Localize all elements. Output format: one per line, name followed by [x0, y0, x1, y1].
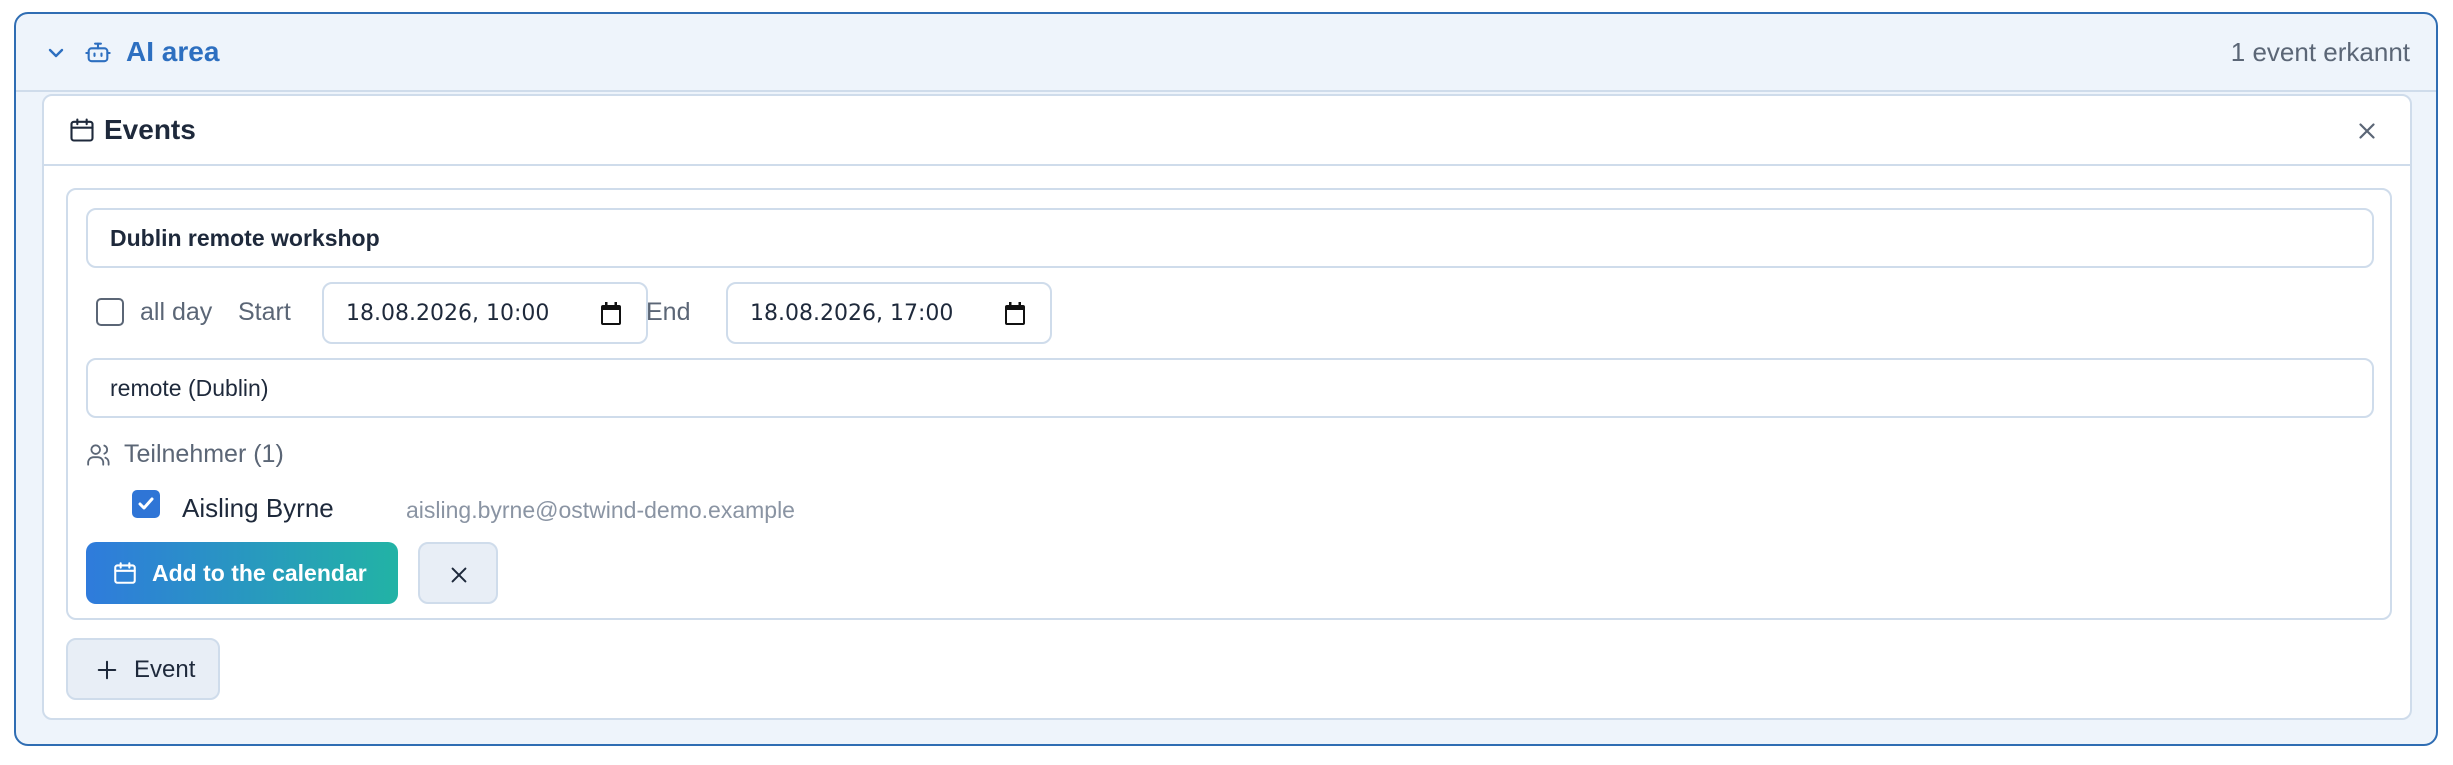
event-time-row: all day Start 18.08.2026, 10:00 End 18.0… — [86, 282, 1286, 346]
all-day-label: all day — [140, 298, 213, 326]
events-panel-header: Events — [44, 96, 2410, 166]
events-panel-title: Events — [104, 114, 196, 145]
plus-icon — [97, 660, 117, 680]
ai-area-header[interactable]: AI area 1 event erkannt — [16, 14, 2436, 92]
add-to-calendar-label: Add to the calendar — [152, 560, 367, 586]
ai-area-title: AI area — [126, 36, 220, 67]
close-icon — [451, 567, 467, 583]
add-to-calendar-button[interactable]: Add to the calendar — [86, 542, 398, 604]
end-datetime-value: 18.08.2026, 17:00 — [750, 300, 954, 326]
calendar-picker-icon[interactable] — [600, 302, 622, 326]
start-datetime-value: 18.08.2026, 10:00 — [346, 300, 550, 326]
close-icon[interactable] — [2354, 118, 2380, 144]
event-title-input[interactable]: Dublin remote workshop — [86, 208, 2374, 268]
start-datetime-input[interactable]: 18.08.2026, 10:00 — [322, 282, 648, 344]
location-input[interactable]: remote (Dublin) — [86, 358, 2374, 418]
participant-checkbox[interactable] — [132, 490, 160, 518]
end-label: End — [646, 298, 691, 326]
checkmark-icon — [138, 497, 154, 510]
participants-label: Teilnehmer (1) — [124, 440, 284, 468]
participant-name: Aisling Byrne — [182, 493, 334, 523]
event-card: Dublin remote workshop all day Start 18.… — [66, 188, 2392, 620]
calendar-icon — [114, 562, 136, 584]
calendar-picker-icon[interactable] — [1004, 302, 1026, 326]
users-icon — [87, 444, 110, 466]
ai-area-section: AI area 1 event erkannt Events Dublin re… — [14, 12, 2438, 746]
participant-row: Aisling Byrne aisling.byrne@ostwind-demo… — [132, 488, 1132, 528]
participants-header: Teilnehmer (1) — [86, 434, 686, 474]
calendar-icon — [70, 118, 94, 142]
discard-event-button[interactable] — [418, 542, 498, 604]
add-event-button[interactable]: Event — [66, 638, 220, 700]
robot-icon — [85, 42, 111, 63]
chevron-down-icon[interactable] — [44, 41, 68, 65]
participant-email: aisling.byrne@ostwind-demo.example — [406, 497, 795, 523]
events-panel: Events Dublin remote workshop all day St… — [42, 94, 2412, 720]
add-event-label: Event — [134, 656, 196, 683]
start-label: Start — [238, 298, 291, 326]
detected-events-status: 1 event erkannt — [2230, 37, 2410, 67]
end-datetime-input[interactable]: 18.08.2026, 17:00 — [726, 282, 1052, 344]
all-day-checkbox[interactable] — [96, 298, 124, 326]
